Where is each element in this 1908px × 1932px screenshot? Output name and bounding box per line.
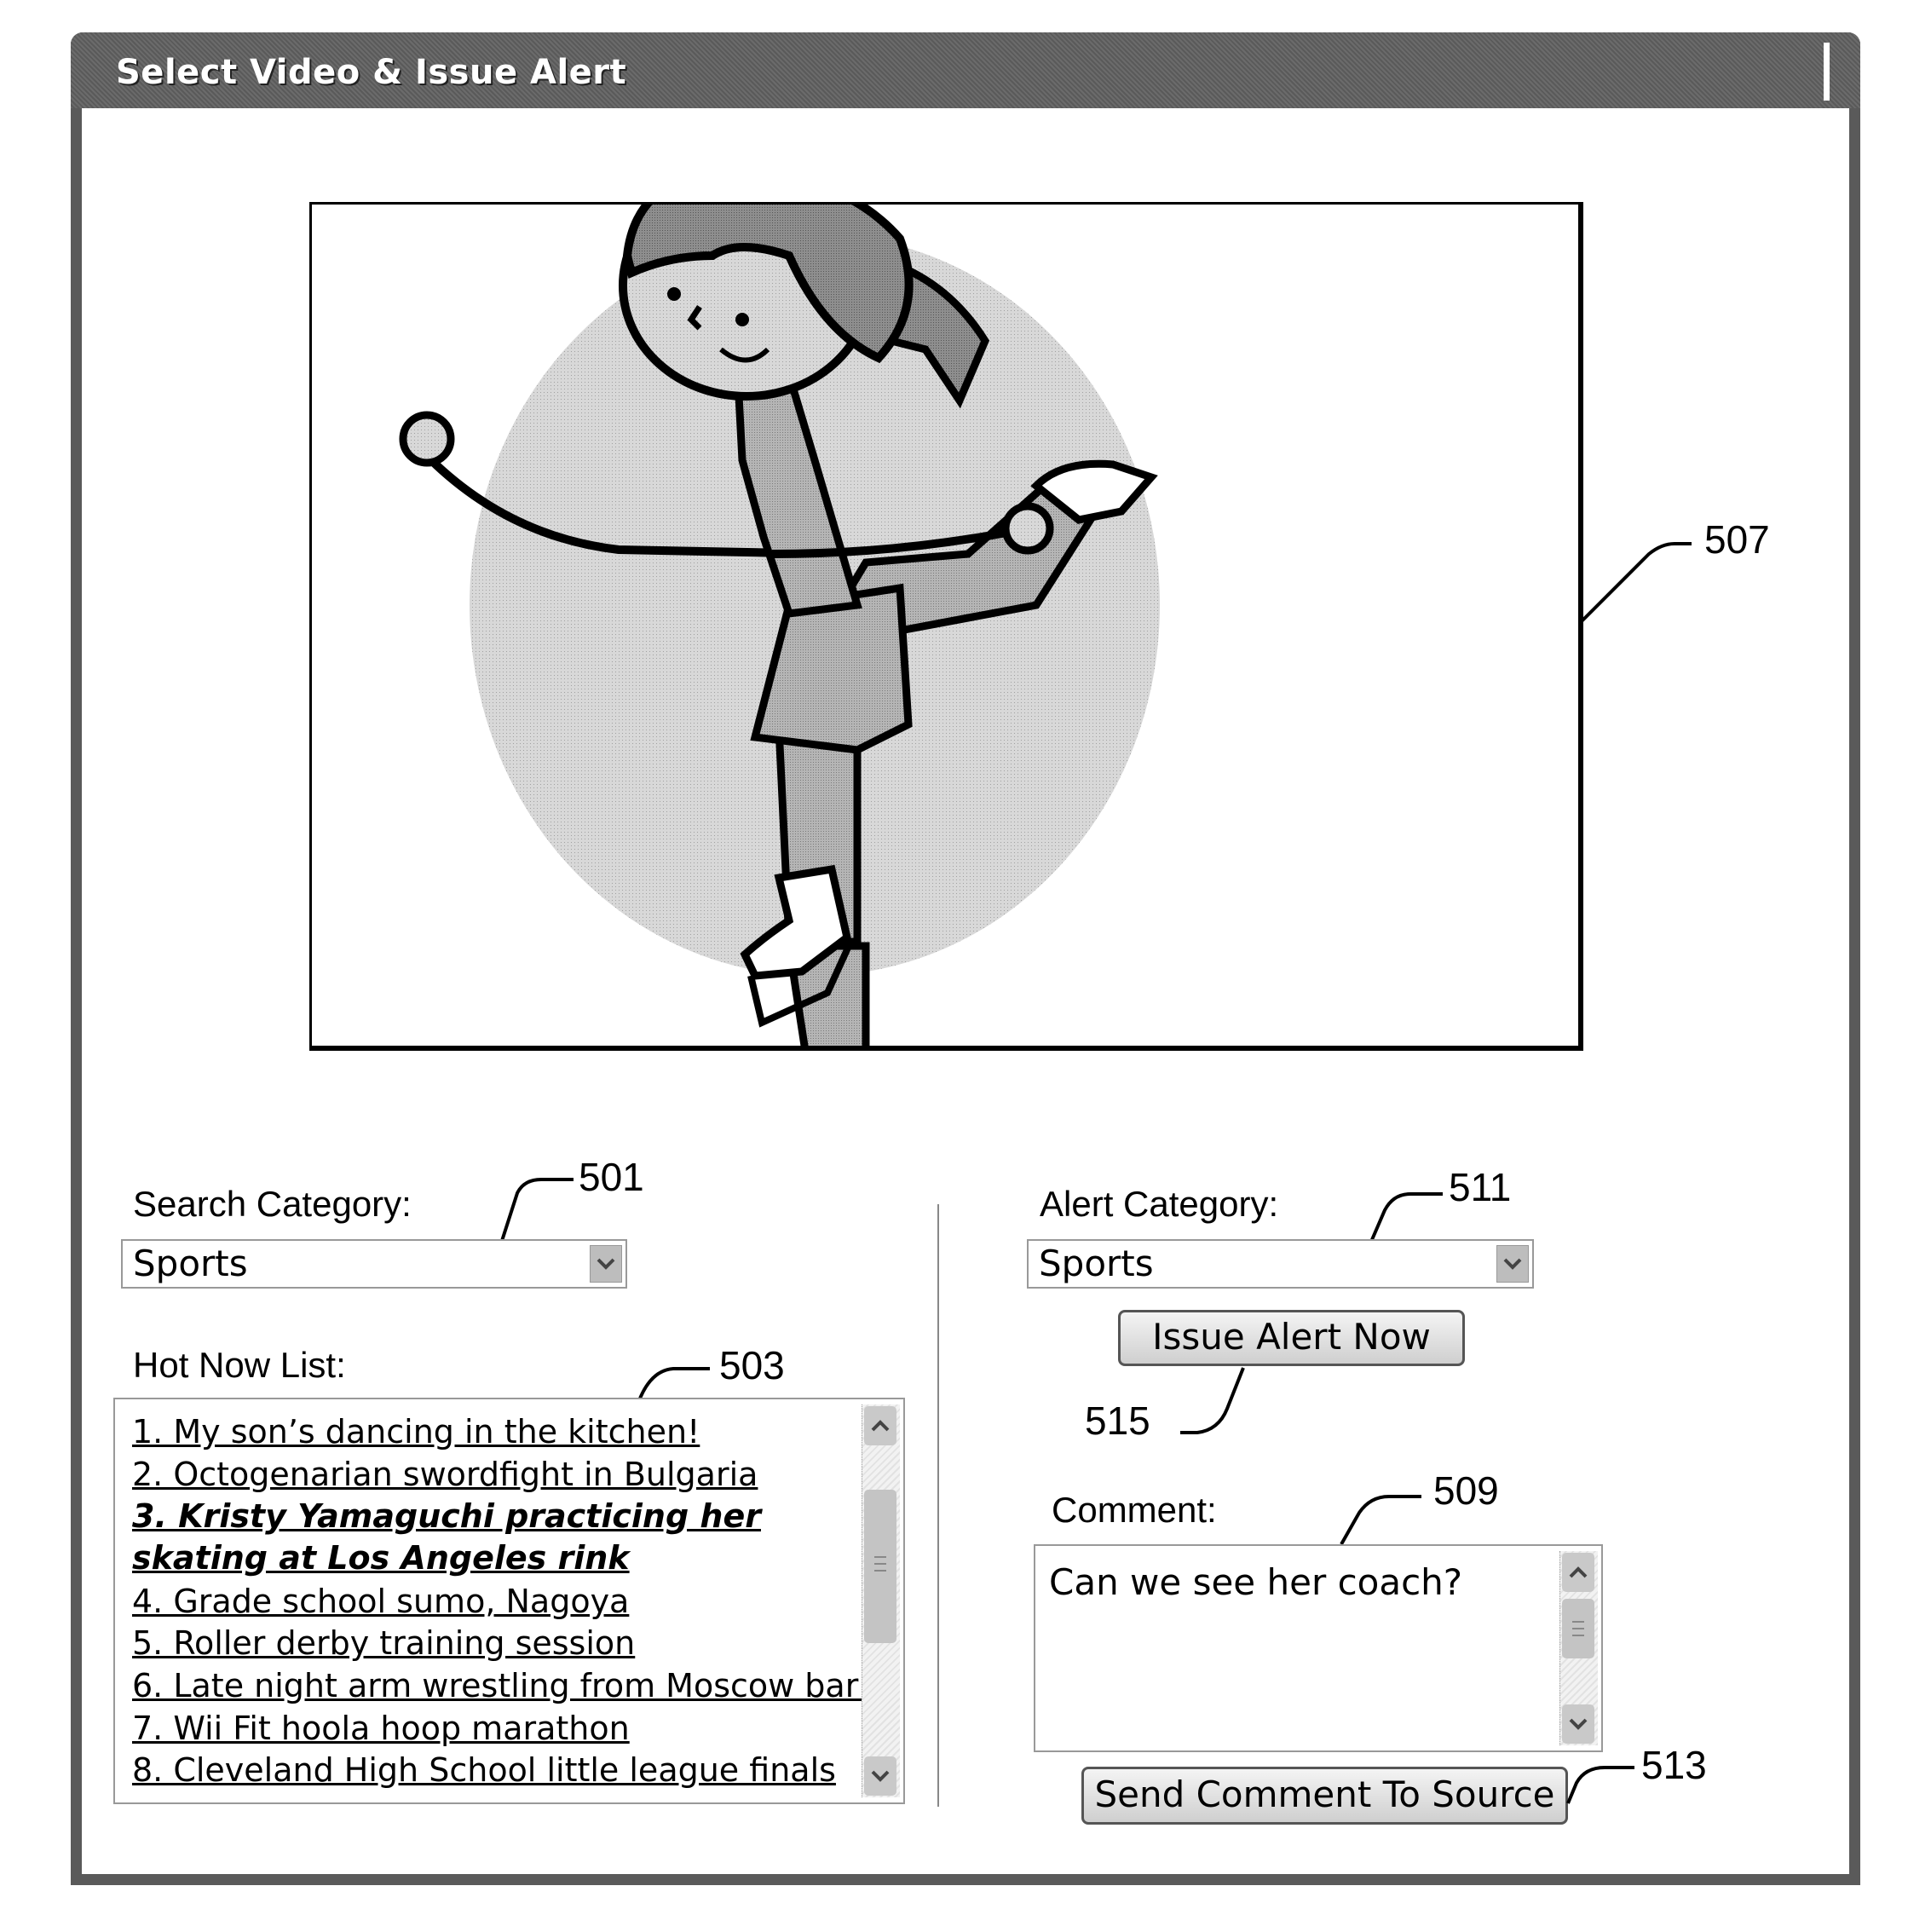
video-player[interactable] bbox=[309, 202, 1583, 1051]
ref-511: 511 bbox=[1449, 1165, 1512, 1209]
ref-leader-509 bbox=[1340, 1495, 1421, 1545]
alert-category-label: Alert Category: bbox=[1040, 1184, 1279, 1224]
search-category-select[interactable]: Sports bbox=[121, 1239, 627, 1289]
panel-divider bbox=[937, 1204, 939, 1807]
window-title: Select Video & Issue Alert bbox=[116, 53, 627, 92]
ref-515: 515 bbox=[1085, 1399, 1150, 1443]
chevron-up-icon bbox=[871, 1420, 890, 1432]
ref-507: 507 bbox=[1704, 517, 1770, 562]
chevron-down-icon bbox=[871, 1770, 890, 1782]
skater-illustration bbox=[399, 205, 1160, 1046]
list-item-selected-line2[interactable]: skating at Los Angeles rink bbox=[132, 1539, 630, 1577]
comment-scrollbar[interactable] bbox=[1559, 1551, 1598, 1745]
comment-text: Can we see her coach? bbox=[1049, 1561, 1463, 1603]
list-item[interactable]: 2. Octogenarian swordfight in Bulgaria bbox=[132, 1456, 758, 1493]
scroll-thumb[interactable] bbox=[864, 1490, 896, 1643]
chevron-down-icon[interactable] bbox=[1496, 1245, 1529, 1283]
comment-label: Comment: bbox=[1052, 1490, 1217, 1530]
scroll-down-button[interactable] bbox=[1562, 1704, 1594, 1744]
list-item[interactable]: 5. Roller derby training session bbox=[132, 1624, 635, 1662]
chevron-up-icon bbox=[1569, 1566, 1588, 1578]
ref-509: 509 bbox=[1433, 1468, 1499, 1513]
send-comment-button[interactable]: Send Comment To Source bbox=[1081, 1767, 1568, 1825]
search-category-value: Sports bbox=[133, 1243, 248, 1284]
list-scrollbar[interactable] bbox=[862, 1404, 900, 1797]
scroll-thumb[interactable] bbox=[1562, 1599, 1594, 1658]
ref-leader-515 bbox=[1180, 1367, 1245, 1434]
scroll-up-button[interactable] bbox=[864, 1406, 896, 1445]
alert-category-select[interactable]: Sports bbox=[1027, 1239, 1534, 1289]
ref-leader-513 bbox=[1566, 1766, 1634, 1804]
issue-alert-button[interactable]: Issue Alert Now bbox=[1118, 1310, 1465, 1366]
ref-leader-507 bbox=[1579, 542, 1692, 624]
ref-leader-511 bbox=[1369, 1192, 1443, 1243]
scroll-up-button[interactable] bbox=[1562, 1553, 1594, 1592]
list-item[interactable]: 7. Wii Fit hoola hoop marathon bbox=[132, 1710, 630, 1747]
ref-501: 501 bbox=[579, 1155, 644, 1199]
search-category-label: Search Category: bbox=[133, 1184, 412, 1224]
scroll-down-button[interactable] bbox=[864, 1756, 896, 1796]
alert-category-value: Sports bbox=[1039, 1243, 1154, 1284]
chevron-down-icon[interactable] bbox=[590, 1245, 622, 1283]
list-item[interactable]: 6. Late night arm wrestling from Moscow … bbox=[132, 1667, 872, 1704]
hot-now-list-label: Hot Now List: bbox=[133, 1345, 346, 1385]
hot-now-list[interactable]: 1. My son’s dancing in the kitchen! 2. O… bbox=[113, 1398, 905, 1804]
title-bar-separator bbox=[1824, 43, 1830, 101]
list-item[interactable]: 8. Cleveland High School little league f… bbox=[132, 1751, 836, 1789]
list-item[interactable]: 1. My son’s dancing in the kitchen! bbox=[132, 1413, 700, 1450]
list-item[interactable]: 4. Grade school sumo, Nagoya bbox=[132, 1583, 629, 1620]
comment-textarea[interactable]: Can we see her coach? bbox=[1034, 1544, 1603, 1752]
ref-503: 503 bbox=[719, 1343, 785, 1387]
ref-513: 513 bbox=[1641, 1743, 1707, 1787]
list-item-selected[interactable]: 3. Kristy Yamaguchi practicing her bbox=[132, 1497, 761, 1535]
chevron-down-icon bbox=[1569, 1718, 1588, 1730]
